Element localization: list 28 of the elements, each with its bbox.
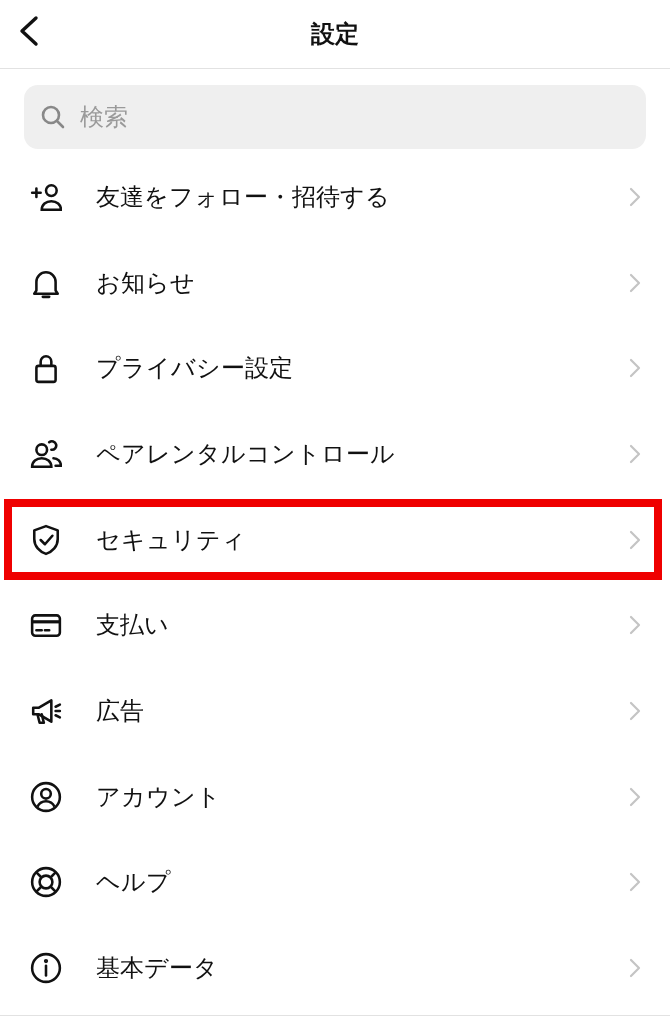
person-circle-icon (30, 780, 62, 813)
settings-item[interactable]: 基本データ (0, 925, 670, 1011)
chevron-icon (628, 528, 642, 551)
screen-title: 設定 (311, 19, 359, 50)
chevron-icon (628, 614, 642, 637)
chevron-icon (628, 442, 642, 465)
settings-item[interactable]: ペアレンタルコントロール (0, 411, 670, 497)
chevron-icon (628, 957, 642, 980)
chevron-icon (628, 271, 642, 294)
settings-item[interactable]: お知らせ (0, 239, 670, 326)
people-icon (30, 437, 62, 470)
settings-item[interactable]: セキュリティ (0, 496, 670, 583)
chevron-icon (628, 871, 642, 894)
chevron-icon (628, 699, 642, 722)
chevron-icon (628, 185, 642, 208)
shield-check-icon (30, 523, 62, 556)
settings-item[interactable]: 広告 (0, 668, 670, 754)
search-icon (40, 104, 66, 130)
settings-item[interactable]: アカウント (0, 753, 670, 840)
settings-item[interactable]: 支払い (0, 582, 670, 669)
info-icon (30, 952, 62, 985)
search-field[interactable]: 検索 (24, 85, 646, 149)
settings-item[interactable]: 友達をフォロー・招待する (0, 154, 670, 240)
chevron-icon (628, 357, 642, 380)
settings-item[interactable]: プライバシー設定 (0, 325, 670, 412)
settings-item[interactable]: ヘルプ (0, 839, 670, 926)
chevron-icon (628, 785, 642, 808)
lifebuoy-icon (30, 866, 62, 899)
